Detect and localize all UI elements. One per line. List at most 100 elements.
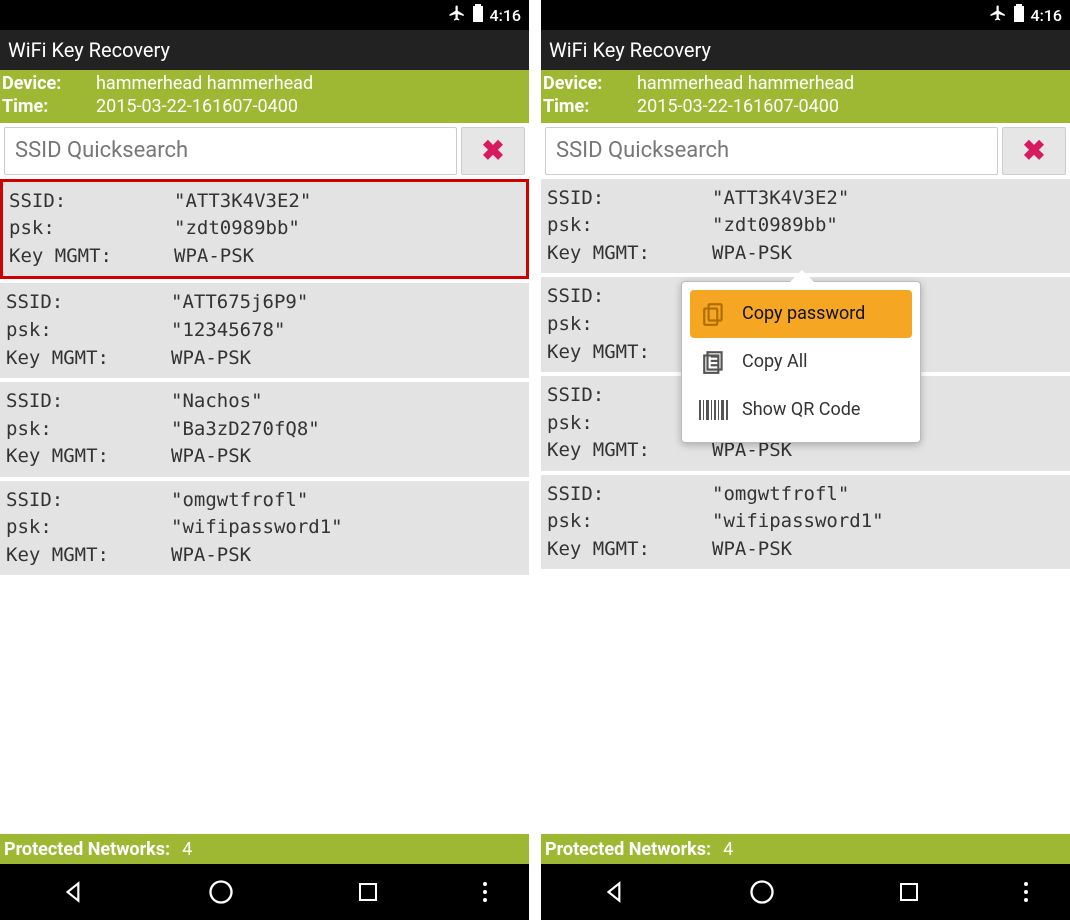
network-card[interactable]: SSID:"Nachos" psk:"Ba3zD270fQ8" Key MGMT… (0, 382, 529, 477)
ssid-label: SSID: (9, 188, 174, 216)
close-icon: ✖ (1022, 134, 1045, 167)
protected-networks-count: 4 (723, 839, 733, 860)
ssid-label: SSID: (547, 481, 712, 509)
network-list: SSID:"ATT3K4V3E2" psk:"zdt0989bb" Key MG… (541, 179, 1070, 834)
status-clock: 4:16 (490, 6, 522, 25)
ssid-value: "Nachos" (171, 388, 263, 416)
ssid-label: SSID: (6, 289, 171, 317)
barcode-icon (698, 396, 730, 424)
copy-all-label: Copy All (742, 351, 807, 372)
device-value: hammerhead hammerhead (96, 72, 313, 95)
psk-label: psk: (547, 508, 712, 536)
device-label: Device: (543, 72, 637, 95)
network-card[interactable]: SSID:"omgwtfrofl" psk:"wifipassword1" Ke… (0, 481, 529, 576)
info-bar: Device: hammerhead hammerhead Time: 2015… (0, 70, 529, 123)
keymgmt-label: Key MGMT: (547, 536, 712, 564)
nav-bar (541, 864, 1070, 920)
network-card[interactable]: SSID:"ATT3K4V3E2" psk:"zdt0989bb" Key MG… (541, 179, 1070, 274)
ssid-value: "ATT3K4V3E2" (174, 188, 311, 216)
airplane-mode-icon (989, 4, 1007, 26)
keymgmt-value: WPA-PSK (174, 243, 254, 271)
psk-label: psk: (6, 514, 171, 542)
ssid-label: SSID: (6, 487, 171, 515)
copy-password-label: Copy password (742, 303, 865, 324)
phone-left: 4:16 WiFi Key Recovery Device: hammerhea… (0, 0, 529, 920)
recent-apps-button[interactable] (859, 872, 959, 912)
battery-icon (1013, 4, 1025, 26)
footer-bar: Protected Networks: 4 (0, 834, 529, 864)
info-bar: Device: hammerhead hammerhead Time: 2015… (541, 70, 1070, 123)
overflow-menu-button[interactable] (465, 872, 505, 912)
keymgmt-label: Key MGMT: (6, 542, 171, 570)
time-value: 2015-03-22-161607-0400 (637, 95, 839, 118)
keymgmt-label: Key MGMT: (6, 345, 171, 373)
network-list: SSID:"ATT3K4V3E2" psk:"zdt0989bb" Key MG… (0, 179, 529, 834)
search-row: ✖ (541, 123, 1070, 179)
copy-all-icon (698, 348, 730, 376)
search-input[interactable] (4, 127, 457, 175)
clear-search-button[interactable]: ✖ (461, 127, 525, 175)
keymgmt-label: Key MGMT: (547, 240, 712, 268)
psk-label: psk: (6, 416, 171, 444)
context-menu: Copy password Copy All Show QR Code (681, 281, 921, 443)
ssid-value: "ATT3K4V3E2" (712, 185, 849, 213)
copy-all-item[interactable]: Copy All (690, 338, 912, 386)
nav-bar (0, 864, 529, 920)
app-title-bar: WiFi Key Recovery (541, 30, 1070, 70)
status-bar: 4:16 (0, 0, 529, 30)
app-title: WiFi Key Recovery (549, 38, 711, 62)
psk-value: "Ba3zD270fQ8" (171, 416, 320, 444)
copy-password-item[interactable]: Copy password (690, 290, 912, 338)
status-bar: 4:16 (541, 0, 1070, 30)
psk-value: "zdt0989bb" (174, 215, 300, 243)
airplane-mode-icon (448, 4, 466, 26)
ssid-label: SSID: (6, 388, 171, 416)
keymgmt-value: WPA-PSK (171, 345, 251, 373)
ssid-label: SSID: (547, 185, 712, 213)
copy-icon (698, 300, 730, 328)
recent-apps-button[interactable] (318, 872, 418, 912)
psk-label: psk: (547, 212, 712, 240)
app-title: WiFi Key Recovery (8, 38, 170, 62)
keymgmt-value: WPA-PSK (171, 542, 251, 570)
protected-networks-count: 4 (182, 839, 192, 860)
battery-icon (472, 4, 484, 26)
protected-networks-label: Protected Networks: (4, 839, 170, 860)
app-title-bar: WiFi Key Recovery (0, 30, 529, 70)
psk-value: "zdt0989bb" (712, 212, 838, 240)
network-card[interactable]: SSID:"ATT3K4V3E2" psk:"zdt0989bb" Key MG… (0, 179, 529, 280)
device-label: Device: (2, 72, 96, 95)
time-label: Time: (543, 95, 637, 118)
keymgmt-label: Key MGMT: (6, 443, 171, 471)
close-icon: ✖ (481, 134, 504, 167)
ssid-value: "omgwtfrofl" (712, 481, 849, 509)
time-label: Time: (2, 95, 96, 118)
psk-label: psk: (6, 317, 171, 345)
footer-bar: Protected Networks: 4 (541, 834, 1070, 864)
time-value: 2015-03-22-161607-0400 (96, 95, 298, 118)
back-button[interactable] (24, 872, 124, 912)
clear-search-button[interactable]: ✖ (1002, 127, 1066, 175)
psk-value: "wifipassword1" (712, 508, 884, 536)
protected-networks-label: Protected Networks: (545, 839, 711, 860)
ssid-value: "omgwtfrofl" (171, 487, 308, 515)
back-button[interactable] (565, 872, 665, 912)
keymgmt-value: WPA-PSK (712, 240, 792, 268)
ssid-value: "ATT675j6P9" (171, 289, 308, 317)
status-clock: 4:16 (1031, 6, 1063, 25)
show-qr-item[interactable]: Show QR Code (690, 386, 912, 434)
search-input[interactable] (545, 127, 998, 175)
phone-right: 4:16 WiFi Key Recovery Device: hammerhea… (541, 0, 1070, 920)
overflow-menu-button[interactable] (1006, 872, 1046, 912)
keymgmt-value: WPA-PSK (171, 443, 251, 471)
psk-label: psk: (9, 215, 174, 243)
psk-value: "12345678" (171, 317, 285, 345)
network-card[interactable]: SSID:"omgwtfrofl" psk:"wifipassword1" Ke… (541, 475, 1070, 570)
show-qr-label: Show QR Code (742, 399, 860, 420)
keymgmt-value: WPA-PSK (712, 536, 792, 564)
home-button[interactable] (712, 872, 812, 912)
home-button[interactable] (171, 872, 271, 912)
keymgmt-label: Key MGMT: (9, 243, 174, 271)
device-value: hammerhead hammerhead (637, 72, 854, 95)
network-card[interactable]: SSID:"ATT675j6P9" psk:"12345678" Key MGM… (0, 283, 529, 378)
